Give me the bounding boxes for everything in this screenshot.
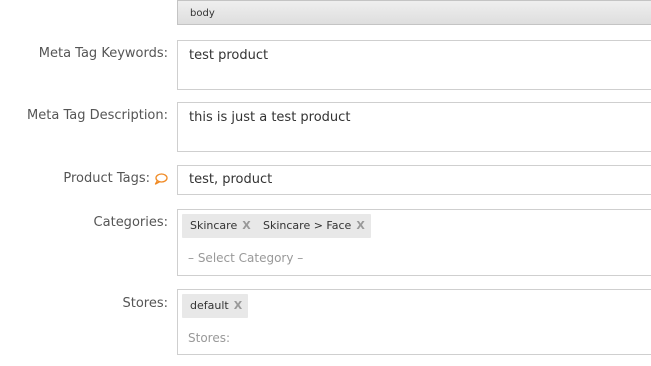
categories-label: Categories: xyxy=(93,215,168,230)
category-chip: Skincare > Face X xyxy=(255,214,371,238)
product-tags-value: test, product xyxy=(189,172,273,187)
remove-store-button[interactable]: X xyxy=(234,299,242,312)
category-chip: Skincare X xyxy=(182,214,257,238)
stores-label: Stores: xyxy=(122,296,168,311)
product-tags-label: Product Tags: xyxy=(63,171,168,186)
editor-path-bar: body xyxy=(177,0,651,25)
categories-multiselect[interactable]: Skincare X Skincare > Face X – Select Cate… xyxy=(177,209,651,276)
product-tags-input[interactable]: test, product xyxy=(177,165,651,195)
speech-bubble-icon[interactable] xyxy=(154,172,168,185)
store-chip: default X xyxy=(182,294,249,318)
remove-category-button[interactable]: X xyxy=(356,219,364,232)
meta-keywords-textarea[interactable]: test product xyxy=(177,40,651,90)
meta-keywords-value: test product xyxy=(189,48,269,63)
meta-keywords-label: Meta Tag Keywords: xyxy=(38,46,168,61)
meta-description-label: Meta Tag Description: xyxy=(27,108,168,123)
remove-category-button[interactable]: X xyxy=(242,219,250,232)
editor-path-body[interactable]: body xyxy=(190,8,215,19)
meta-description-textarea[interactable]: this is just a test product xyxy=(177,102,651,152)
categories-search-placeholder[interactable]: – Select Category – xyxy=(188,251,303,265)
stores-multiselect[interactable]: default X Stores: xyxy=(177,289,651,355)
meta-description-value: this is just a test product xyxy=(189,110,351,125)
stores-search-placeholder[interactable]: Stores: xyxy=(188,331,230,345)
